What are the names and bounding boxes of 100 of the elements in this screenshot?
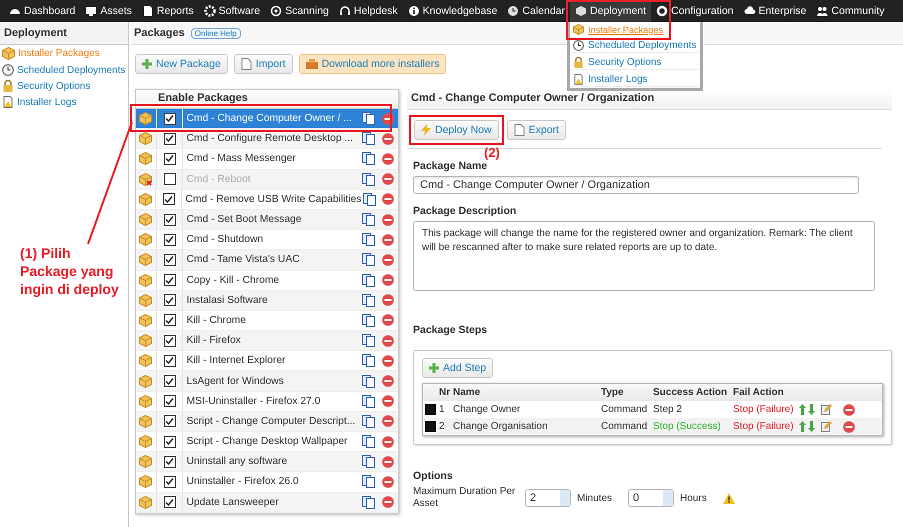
down-arrow-icon[interactable]	[808, 421, 815, 432]
minutes-spinner[interactable]: 2	[525, 489, 571, 507]
checkbox[interactable]	[164, 456, 176, 468]
copy-icon[interactable]	[362, 435, 375, 448]
checkbox[interactable]	[164, 112, 176, 125]
nav-menu-item[interactable]: Helpdesk	[334, 0, 403, 22]
export-button[interactable]: Export	[506, 120, 566, 140]
copy-icon[interactable]	[362, 213, 375, 226]
dropdown-item[interactable]: Security Options	[571, 56, 700, 70]
package-row[interactable]: LsAgent for Windows	[136, 371, 398, 392]
package-row[interactable]: Script - Change Computer Descript...	[136, 412, 398, 432]
copy-icon[interactable]	[362, 496, 375, 509]
copy-icon[interactable]	[362, 314, 375, 327]
package-row[interactable]: Cmd - Configure Remote Desktop ...	[136, 129, 398, 150]
checkbox[interactable]	[164, 214, 176, 226]
copy-icon[interactable]	[362, 253, 375, 266]
nav-menu-item[interactable]: Enterprise	[738, 0, 812, 22]
nav-menu-item[interactable]: Dashboard	[4, 0, 80, 22]
copy-icon[interactable]	[362, 192, 376, 206]
package-row[interactable]: Cmd - Set Boot Message	[136, 210, 398, 230]
copy-icon[interactable]	[362, 394, 375, 408]
package-row[interactable]: Instalasi Software	[136, 290, 398, 311]
delete-icon[interactable]	[382, 214, 394, 226]
checkbox[interactable]	[164, 395, 176, 408]
package-row[interactable]: Cmd - Tame Vista's UAC	[136, 250, 398, 270]
delete-icon[interactable]	[382, 334, 394, 347]
checkbox[interactable]	[164, 254, 176, 266]
online-help-button[interactable]: Online Help	[190, 28, 241, 38]
sidebar-link[interactable]: Scheduled Deployments	[0, 62, 128, 78]
copy-icon[interactable]	[362, 274, 375, 287]
checkbox[interactable]	[164, 314, 176, 326]
checkbox[interactable]	[164, 234, 176, 246]
download-button[interactable]: Download more installers	[298, 54, 446, 74]
delete-icon[interactable]	[382, 234, 394, 246]
nav-menu-item[interactable]: Scanning	[265, 0, 334, 22]
delete-icon[interactable]	[382, 496, 394, 508]
checkbox[interactable]	[162, 193, 175, 206]
nav-menu-item[interactable]: Software	[198, 0, 266, 22]
delete-icon[interactable]	[382, 152, 394, 165]
add-step-button[interactable]: Add Step	[422, 358, 494, 378]
copy-icon[interactable]	[362, 455, 375, 468]
checkbox[interactable]	[164, 334, 176, 347]
package-row[interactable]: Cmd - Change Computer Owner / ...	[136, 109, 398, 130]
description-field[interactable]: This package will change the name for the registered owner and organization. Remark: The client will be rescanned after to make sure related reports are up to date.	[413, 221, 875, 291]
delete-icon[interactable]	[382, 476, 394, 488]
package-row[interactable]: Update Lansweeper	[136, 492, 398, 513]
package-row[interactable]: Kill - Firefox	[136, 331, 398, 352]
import-button[interactable]: Import	[234, 54, 293, 74]
checkbox[interactable]	[164, 132, 176, 145]
delete-icon[interactable]	[843, 420, 855, 432]
deploy-now-button[interactable]: Deploy Now	[414, 120, 499, 140]
copy-icon[interactable]	[362, 112, 375, 126]
edit-icon[interactable]	[821, 421, 832, 432]
nav-menu-item[interactable]: Configuration	[651, 0, 739, 22]
delete-icon[interactable]	[382, 354, 394, 367]
delete-icon[interactable]	[382, 294, 394, 306]
nav-menu-item[interactable]: Reports	[136, 0, 199, 22]
delete-icon[interactable]	[382, 132, 394, 145]
copy-icon[interactable]	[362, 475, 375, 488]
copy-icon[interactable]	[362, 354, 375, 368]
nav-menu-item[interactable]: Deployment	[570, 0, 652, 22]
nav-menu-item[interactable]: Calendar	[502, 0, 570, 22]
checkbox[interactable]	[164, 354, 176, 367]
delete-icon[interactable]	[382, 375, 394, 388]
sidebar-link[interactable]: Installer Logs	[0, 94, 128, 110]
delete-icon[interactable]	[382, 193, 394, 206]
dropdown-item[interactable]: Installer Logs	[571, 73, 700, 87]
delete-icon[interactable]	[382, 415, 394, 428]
new-package-button[interactable]: New Package	[135, 54, 228, 74]
delete-icon[interactable]	[382, 436, 394, 448]
copy-icon[interactable]	[362, 132, 375, 146]
checkbox[interactable]	[164, 375, 176, 388]
checkbox[interactable]	[164, 415, 176, 428]
delete-icon[interactable]	[382, 274, 394, 286]
delete-icon[interactable]	[382, 173, 394, 186]
checkbox[interactable]	[164, 152, 176, 165]
copy-icon[interactable]	[362, 233, 375, 246]
delete-icon[interactable]	[382, 314, 394, 326]
copy-icon[interactable]	[362, 374, 375, 388]
copy-icon[interactable]	[362, 172, 375, 186]
dropdown-item[interactable]: Scheduled Deployments	[571, 39, 700, 53]
delete-icon[interactable]	[382, 254, 394, 266]
down-arrow-icon[interactable]	[808, 404, 815, 415]
checkbox[interactable]	[164, 436, 176, 448]
checkbox[interactable]	[164, 476, 176, 488]
copy-icon[interactable]	[362, 414, 375, 428]
delete-icon[interactable]	[843, 404, 855, 416]
copy-icon[interactable]	[362, 294, 375, 307]
checkbox[interactable]	[164, 496, 176, 508]
nav-menu-item[interactable]: Assets	[80, 0, 137, 22]
nav-menu-item[interactable]: Knowledgebase	[402, 0, 502, 22]
package-row[interactable]: Uninstall any software	[136, 452, 398, 472]
checkbox[interactable]	[164, 173, 176, 186]
nav-menu-item[interactable]: Community	[811, 0, 890, 22]
sidebar-link[interactable]: Security Options	[0, 78, 128, 94]
delete-icon[interactable]	[382, 112, 394, 125]
delete-icon[interactable]	[382, 395, 394, 408]
up-arrow-icon[interactable]	[799, 421, 806, 432]
copy-icon[interactable]	[362, 152, 375, 166]
delete-icon[interactable]	[382, 456, 394, 468]
